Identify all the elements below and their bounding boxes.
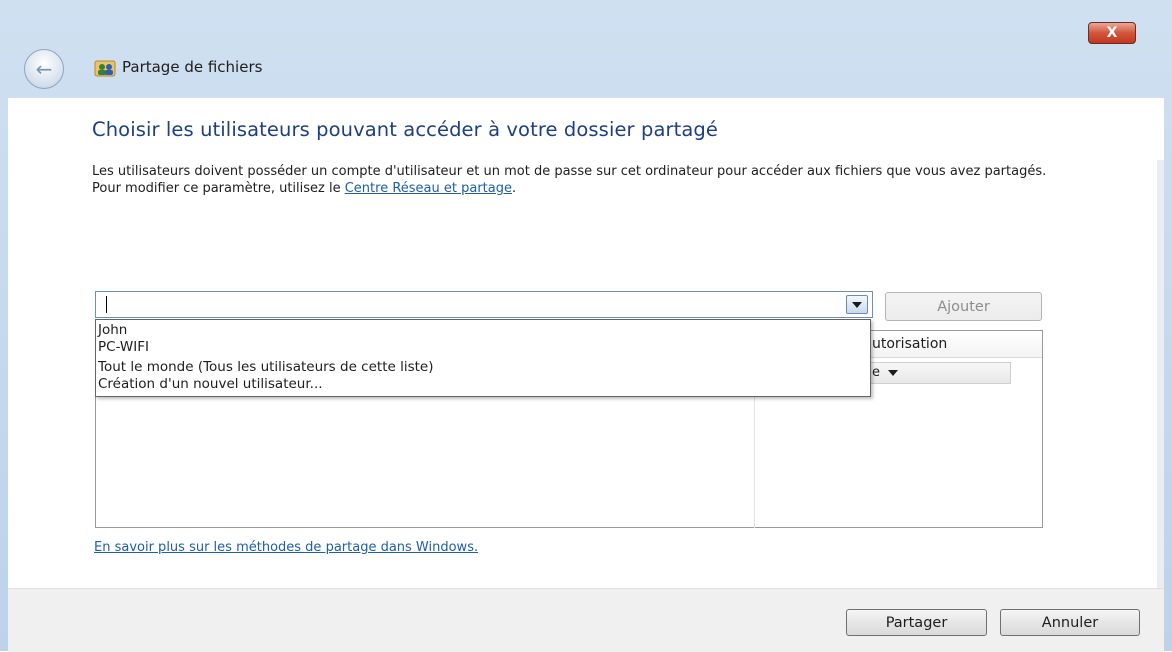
text-caret [106,296,107,313]
dropdown-option-everyone[interactable]: Tout le monde (Tous les utilisateurs de … [98,359,434,375]
back-button[interactable]: ← [24,49,64,89]
description-end: . [512,181,517,196]
cancel-button[interactable]: Annuler [1000,609,1140,636]
chevron-down-icon [852,301,862,308]
share-button[interactable]: Partager [846,609,987,636]
combo-dropdown-button[interactable] [846,295,868,314]
dropdown-option-pc-wifi[interactable]: PC-WIFI [98,339,149,355]
window-title: Partage de fichiers [122,58,263,76]
window-right-edge [1157,160,1164,588]
learn-more-link[interactable]: En savoir plus sur les méthodes de parta… [94,540,478,555]
close-icon: X [1106,25,1118,41]
title-bar [0,14,1172,98]
permission-column-label: utorisation [872,336,948,352]
page-title: Choisir les utilisateurs pouvant accéder… [92,118,718,141]
dropdown-option-john[interactable]: John [98,322,127,338]
dropdown-option-new-user[interactable]: Création d'un nouvel utilisateur... [98,376,323,392]
chevron-down-icon [888,369,899,376]
user-name-input[interactable] [98,293,838,315]
permission-level-text: e [872,365,880,380]
network-center-link[interactable]: Centre Réseau et partage [345,181,512,196]
back-arrow-icon: ← [35,57,53,81]
file-sharing-icon [94,60,116,77]
add-button[interactable]: Ajouter [885,292,1042,321]
close-button[interactable]: X [1088,22,1136,44]
description-text: Les utilisateurs doivent posséder un com… [92,164,1047,196]
description: Les utilisateurs doivent posséder un com… [92,163,1067,197]
permission-level-value: e [872,365,899,380]
dialog-footer [8,588,1164,652]
